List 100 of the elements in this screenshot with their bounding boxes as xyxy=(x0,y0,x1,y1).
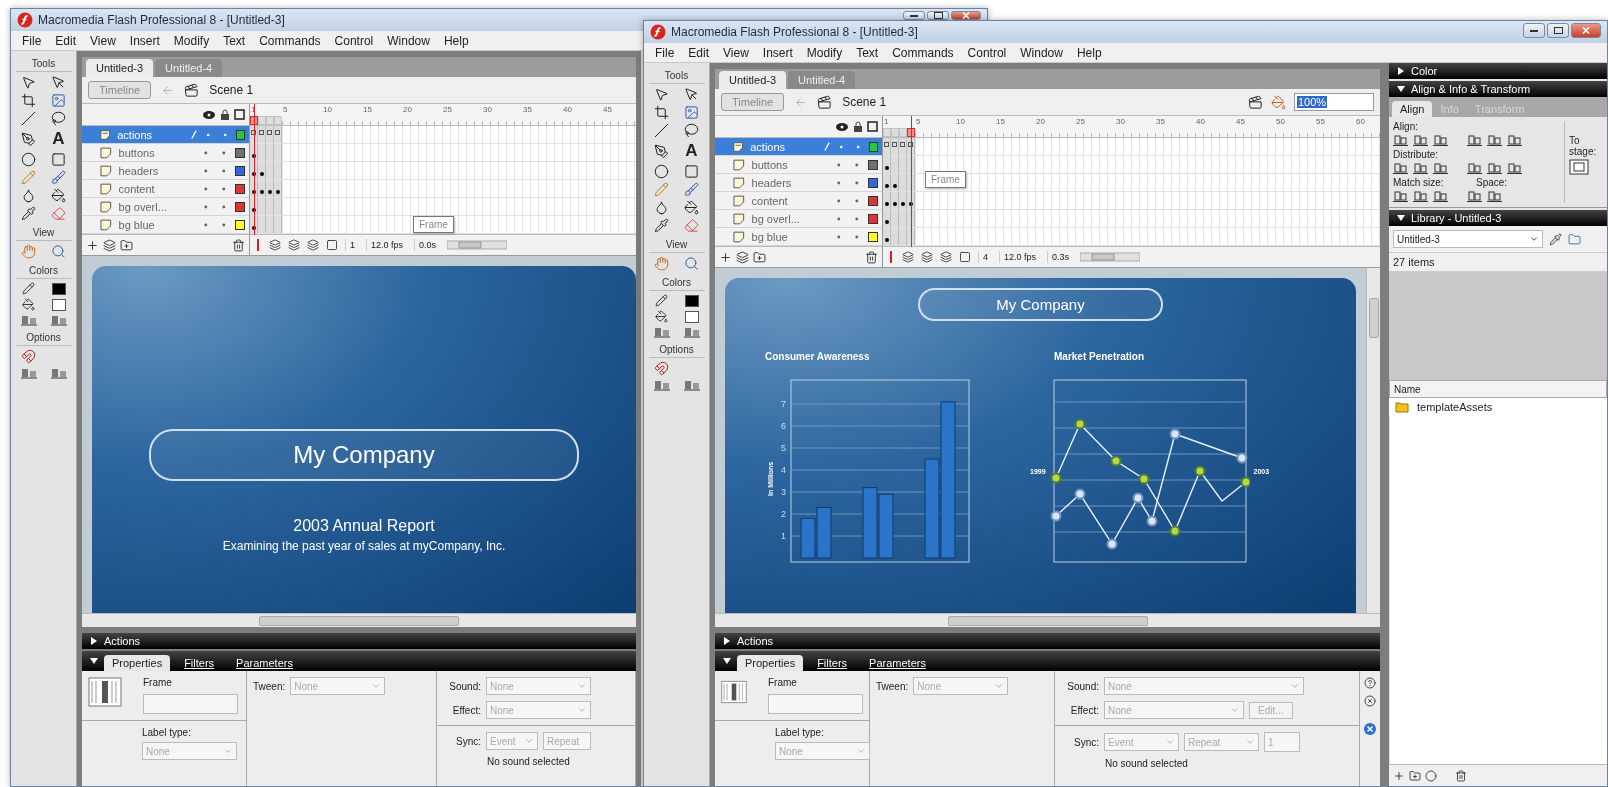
panel-title[interactable]: Actions xyxy=(737,635,774,647)
document-tab[interactable]: Untitled-3 xyxy=(86,59,154,77)
menu-item[interactable]: File xyxy=(15,33,49,48)
library-item[interactable]: templateAssets xyxy=(1389,398,1607,416)
zoom-tool-icon[interactable] xyxy=(684,256,699,271)
properties-tab[interactable]: Properties xyxy=(104,655,171,671)
distribute-icon[interactable] xyxy=(1487,162,1502,175)
fill-color-icon[interactable] xyxy=(655,310,668,323)
layer-row[interactable]: bg overl... xyxy=(715,210,882,228)
expanded-arrow-icon[interactable] xyxy=(1397,214,1405,222)
paint-bucket-tool-icon[interactable] xyxy=(684,200,699,215)
fill-color-swatch[interactable] xyxy=(684,310,699,323)
properties-tab[interactable]: Parameters xyxy=(861,655,934,671)
properties-tab[interactable]: Filters xyxy=(176,655,223,671)
help-icon[interactable] xyxy=(1364,677,1376,689)
menu-item[interactable]: Text xyxy=(216,33,253,48)
align-icon[interactable] xyxy=(1487,134,1502,147)
match-size-icon[interactable] xyxy=(1413,190,1428,203)
properties-tab[interactable]: Parameters xyxy=(228,655,301,671)
eyedropper-tool-icon[interactable] xyxy=(654,218,669,233)
expanded-arrow-icon[interactable] xyxy=(90,657,98,665)
add-folder-icon[interactable] xyxy=(120,238,133,252)
layer-row[interactable]: headers xyxy=(715,174,882,192)
line-tool-icon[interactable] xyxy=(654,123,669,138)
match-size-icon[interactable] xyxy=(1433,190,1448,203)
layer-row[interactable]: bg blue xyxy=(82,216,249,234)
onion-skin-icon[interactable] xyxy=(269,239,281,251)
arrow-tool-icon[interactable] xyxy=(654,87,669,102)
menu-item[interactable]: Edit xyxy=(48,33,84,48)
new-folder-icon[interactable] xyxy=(1409,769,1421,782)
layer-row[interactable]: content xyxy=(715,192,882,210)
match-size-icon[interactable] xyxy=(1467,190,1482,203)
stroke-color-swatch[interactable] xyxy=(684,294,699,307)
snap-magnet-icon[interactable] xyxy=(21,349,36,364)
text-tool[interactable]: A xyxy=(52,129,65,149)
layer-color-swatch[interactable] xyxy=(235,219,245,230)
align-icon[interactable] xyxy=(1393,134,1408,147)
menu-item[interactable]: View xyxy=(83,33,123,48)
menu-item[interactable]: Insert xyxy=(122,33,167,48)
lasso-tool-icon[interactable] xyxy=(684,123,699,138)
center-frame-icon[interactable] xyxy=(887,251,895,263)
timeline-scrollbar[interactable] xyxy=(447,240,508,250)
match-size-icon[interactable] xyxy=(1393,190,1408,203)
panel-tab[interactable]: Align xyxy=(1392,101,1433,117)
maximize-button[interactable] xyxy=(1547,23,1569,38)
fill-color-swatch[interactable] xyxy=(51,298,66,311)
eye-icon[interactable] xyxy=(835,121,849,132)
layer-color-swatch[interactable] xyxy=(235,183,245,194)
frame-label-field[interactable] xyxy=(143,694,238,714)
paint-bucket-tool-icon[interactable] xyxy=(51,188,66,203)
layer-color-swatch[interactable] xyxy=(868,159,878,170)
pointer-tool-icon[interactable] xyxy=(684,87,699,102)
distribute-icon[interactable] xyxy=(1413,162,1428,175)
menu-item[interactable]: Modify xyxy=(799,45,850,60)
match-size-icon[interactable] xyxy=(1487,190,1502,203)
accessibility-icon[interactable] xyxy=(1364,723,1376,735)
zoom-tool-icon[interactable] xyxy=(51,244,66,259)
eye-icon[interactable] xyxy=(202,109,216,120)
add-layer-icon[interactable] xyxy=(86,238,99,252)
brush-tool-icon[interactable] xyxy=(684,182,699,197)
collapsed-arrow-icon[interactable] xyxy=(90,637,98,645)
collapsed-arrow-icon[interactable] xyxy=(1397,67,1405,75)
minimize-button[interactable] xyxy=(1523,23,1545,38)
line-tool-icon[interactable] xyxy=(21,111,36,126)
layer-color-swatch[interactable] xyxy=(868,195,878,206)
transform-tool-icon[interactable] xyxy=(21,93,36,108)
library-document-select[interactable]: Untitled-3 xyxy=(1393,230,1543,248)
scene-icon[interactable] xyxy=(817,94,833,110)
eyedropper-tool-icon[interactable] xyxy=(21,206,36,221)
expanded-arrow-icon[interactable] xyxy=(723,657,731,665)
distribute-icon[interactable] xyxy=(1433,162,1448,175)
layer-color-swatch[interactable] xyxy=(235,165,245,176)
menu-item[interactable]: Commands xyxy=(885,45,961,60)
properties-tab[interactable]: Filters xyxy=(809,655,856,671)
pen-tool-icon[interactable] xyxy=(21,131,36,147)
menu-item[interactable]: Window xyxy=(380,33,437,48)
layer-color-swatch[interactable] xyxy=(235,147,245,158)
hand-tool-icon[interactable] xyxy=(21,244,36,259)
layer-row[interactable]: bg blue xyxy=(715,228,882,246)
align-icon[interactable] xyxy=(1413,134,1428,147)
menu-item[interactable]: Edit xyxy=(681,45,717,60)
arrow-tool-icon[interactable] xyxy=(21,75,36,90)
onion-skin-icon[interactable] xyxy=(902,251,914,263)
new-symbol-icon[interactable] xyxy=(1393,769,1405,782)
layer-row[interactable]: bg overl... xyxy=(82,198,249,216)
add-guide-icon[interactable] xyxy=(103,238,116,252)
horizontal-scrollbar[interactable] xyxy=(82,613,636,627)
timeline-scrollbar[interactable] xyxy=(1080,252,1141,262)
pointer-tool-icon[interactable] xyxy=(51,75,66,90)
onion-outline-icon[interactable] xyxy=(921,251,933,263)
menu-item[interactable]: Commands xyxy=(252,33,328,48)
vertical-scrollbar[interactable] xyxy=(1366,268,1380,613)
menu-item[interactable]: Help xyxy=(1069,45,1109,60)
gradient-tool-icon[interactable] xyxy=(51,93,66,108)
menu-item[interactable]: Insert xyxy=(755,45,800,60)
menu-item[interactable]: Help xyxy=(436,33,476,48)
delete-layer-icon[interactable] xyxy=(865,250,878,264)
align-icon[interactable] xyxy=(1467,134,1482,147)
keyframe[interactable] xyxy=(274,180,282,197)
stroke-color-swatch[interactable] xyxy=(51,282,66,295)
